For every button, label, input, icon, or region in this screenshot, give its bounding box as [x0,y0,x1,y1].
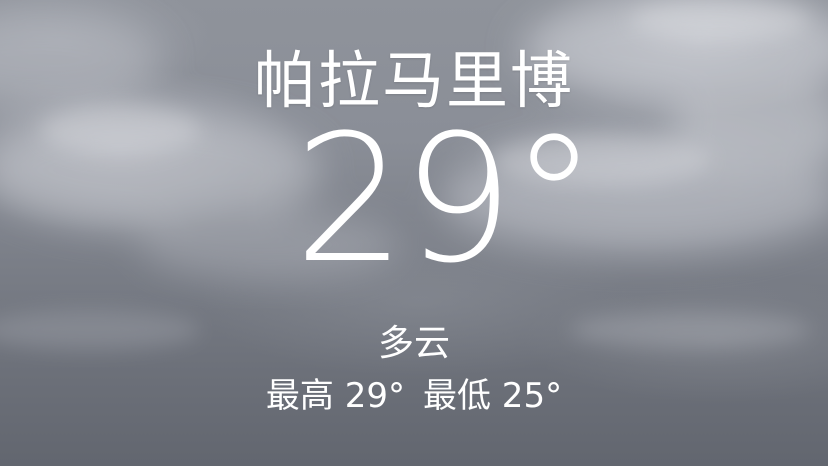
weather-summary: 帕拉马里博 29° 多云 最高 29° 最低 25° [0,0,828,466]
current-temperature: 29° [294,97,598,302]
temperature-range: 最高 29° 最低 25° [0,368,828,417]
weather-screen: 帕拉马里博 29° 多云 最高 29° 最低 25° [0,0,828,466]
weather-condition: 多云 [377,323,450,364]
low-temperature: 最低 25° [423,376,563,416]
high-temperature: 最高 29° [265,376,405,416]
